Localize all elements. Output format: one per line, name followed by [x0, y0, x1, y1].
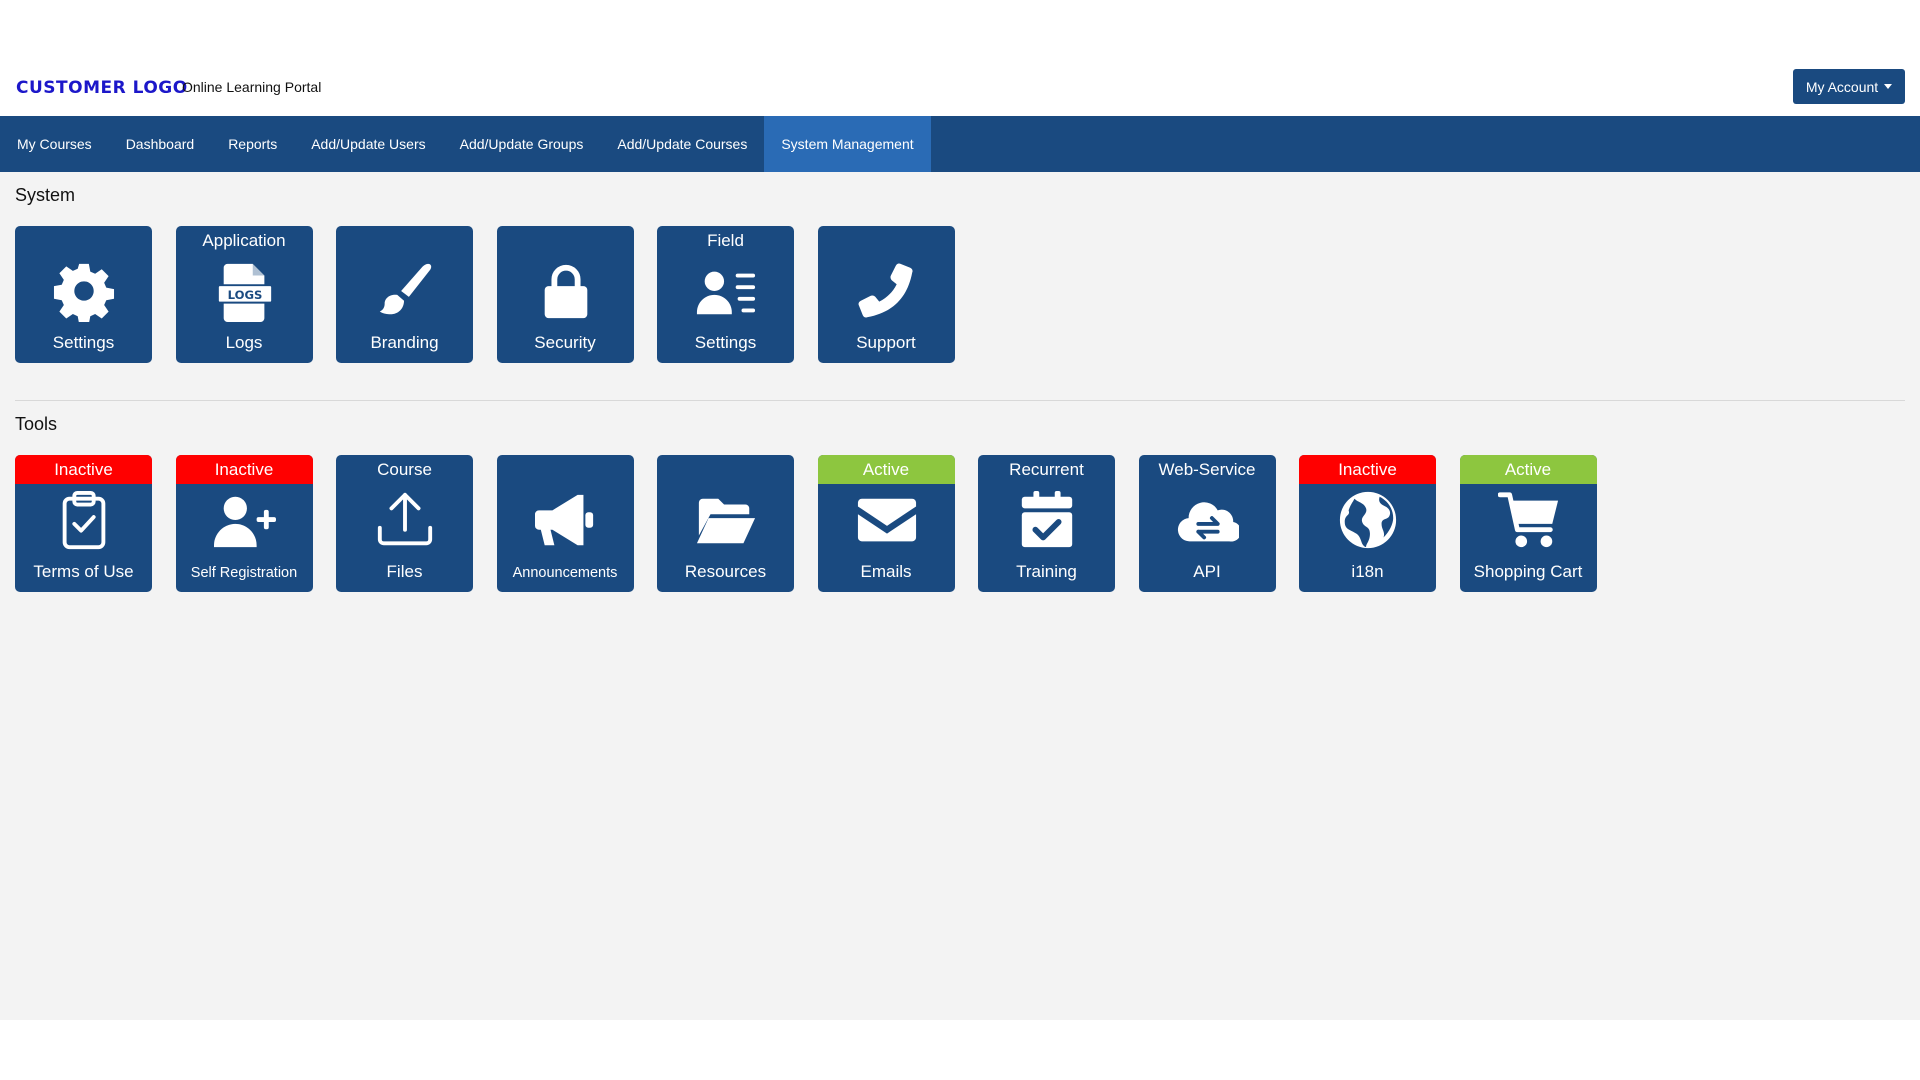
section-title-system: System: [15, 185, 76, 205]
nav-item-add-update-users[interactable]: Add/Update Users: [294, 116, 442, 172]
nav-item-add-update-courses[interactable]: Add/Update Courses: [600, 116, 764, 172]
tile-application-logs[interactable]: Application LOGS Logs: [175, 226, 313, 363]
svg-text:LOGS: LOGS: [227, 288, 262, 302]
tile-terms-of-use[interactable]: Inactive Terms of Use: [15, 455, 152, 592]
phone-icon: [856, 260, 918, 322]
gear-icon: [53, 260, 115, 322]
status-badge: Inactive: [175, 455, 313, 484]
user-list-icon: [695, 260, 757, 322]
section-title-tools: Tools: [15, 414, 58, 434]
globe-icon: [1337, 489, 1399, 551]
tile-recurrent-training[interactable]: Recurrent Training: [978, 455, 1115, 592]
system-tiles: Settings Application LOGS Logs Branding …: [15, 226, 955, 363]
tile-label: Branding: [370, 333, 439, 352]
paintbrush-icon: [374, 260, 436, 322]
tile-field-settings[interactable]: Field Settings: [657, 226, 794, 363]
tile-web-service-api[interactable]: Web-Service API: [1138, 455, 1276, 592]
tile-label: Announcements: [512, 565, 618, 581]
tile-top-label: Field: [707, 230, 744, 250]
tile-security[interactable]: Security: [496, 226, 634, 363]
nav-item-dashboard[interactable]: Dashboard: [109, 116, 212, 172]
my-account-button[interactable]: My Account: [1793, 69, 1905, 104]
shopping-cart-icon: [1497, 489, 1560, 551]
tools-tiles: Inactive Terms of Use Inactive Self Regi…: [15, 455, 1597, 592]
tile-label: API: [1193, 562, 1221, 581]
status-badge: Active: [817, 455, 955, 484]
tile-label: Terms of Use: [33, 562, 134, 581]
tile-top-label: Application: [202, 230, 286, 250]
tile-support[interactable]: Support: [817, 226, 955, 363]
tile-course-files[interactable]: Course Files: [336, 455, 473, 592]
tile-label: Settings: [694, 333, 757, 352]
lock-icon: [535, 260, 597, 322]
tile-label: Self Registration: [190, 565, 298, 581]
tile-label: Shopping Cart: [1473, 562, 1583, 581]
upload-icon: [374, 489, 436, 551]
tile-shopping-cart[interactable]: Active Shopping Cart: [1459, 455, 1597, 592]
nav-item-my-courses[interactable]: My Courses: [0, 116, 109, 172]
user-plus-icon: [213, 489, 276, 551]
tile-label: Emails: [860, 562, 912, 581]
logs-file-icon: LOGS: [214, 260, 276, 322]
tile-settings[interactable]: Settings: [15, 226, 152, 363]
my-account-label: My Account: [1805, 78, 1879, 95]
main-content: System Settings Application LOGS Logs Br…: [0, 172, 1920, 1020]
nav-item-system-management[interactable]: System Management: [764, 116, 931, 172]
status-badge: Inactive: [15, 455, 152, 484]
tile-label: Security: [534, 333, 596, 352]
envelope-icon: [856, 489, 918, 551]
tile-top-label: Course: [377, 459, 432, 479]
nav-item-reports[interactable]: Reports: [211, 116, 294, 172]
megaphone-icon: [534, 489, 597, 551]
tile-top-label: Recurrent: [1009, 459, 1084, 479]
tile-self-registration[interactable]: Inactive Self Registration: [175, 455, 313, 592]
main-navbar: My Courses Dashboard Reports Add/Update …: [0, 116, 1920, 172]
tile-label: Files: [386, 562, 423, 581]
tile-label: Support: [856, 333, 916, 352]
nav-item-add-update-groups[interactable]: Add/Update Groups: [443, 116, 601, 172]
tile-label: Logs: [225, 333, 263, 352]
cloud-exchange-icon: [1177, 489, 1239, 551]
clipboard-check-icon: [53, 489, 115, 551]
status-badge: Active: [1459, 455, 1597, 484]
tile-label: Settings: [52, 333, 115, 352]
status-badge: Inactive: [1299, 455, 1436, 484]
customer-logo[interactable]: CUSTOMER LOGO: [16, 78, 188, 98]
tile-branding[interactable]: Branding: [336, 226, 473, 363]
folder-open-icon: [695, 489, 757, 551]
tile-announcements[interactable]: Announcements: [496, 455, 634, 592]
calendar-check-icon: [1016, 489, 1078, 551]
tile-resources[interactable]: Resources: [657, 455, 794, 592]
portal-name: Online Learning Portal: [182, 79, 322, 95]
tile-i18n[interactable]: Inactive i18n: [1299, 455, 1436, 592]
page-header: CUSTOMER LOGO Online Learning Portal My …: [0, 0, 1920, 116]
tile-label: Resources: [684, 562, 767, 581]
section-divider: [15, 400, 1905, 401]
tile-label: i18n: [1351, 562, 1384, 581]
caret-down-icon: [1884, 84, 1893, 89]
tile-emails[interactable]: Active Emails: [817, 455, 955, 592]
tile-label: Training: [1016, 562, 1077, 581]
tile-top-label: Web-Service: [1158, 459, 1256, 479]
